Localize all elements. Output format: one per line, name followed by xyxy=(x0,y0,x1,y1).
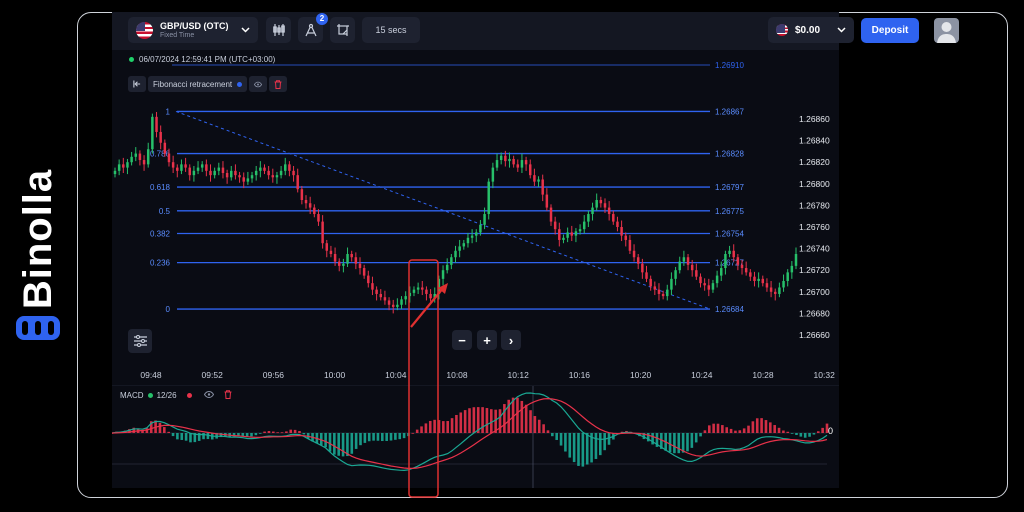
annotation-overlay xyxy=(408,259,448,498)
highlight-box xyxy=(408,259,439,498)
highlight-arrow xyxy=(410,286,445,328)
